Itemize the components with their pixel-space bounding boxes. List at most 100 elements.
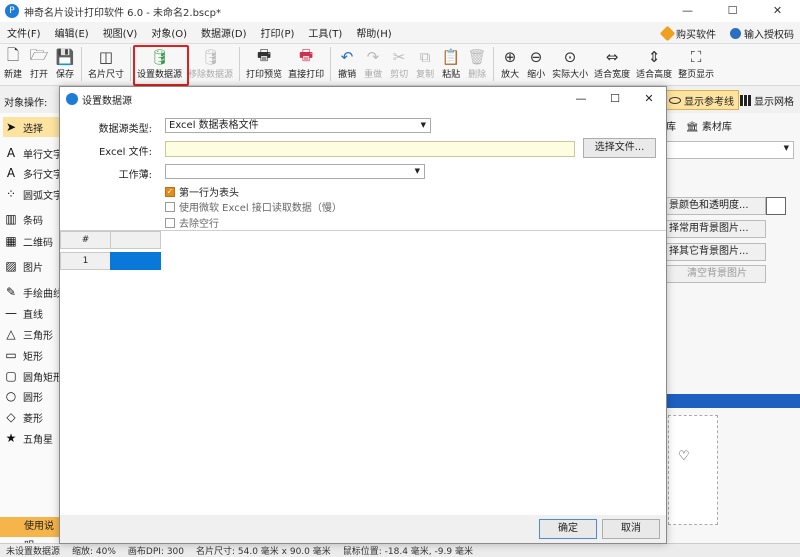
common-bg-button[interactable]: 择常用背景图片... [666,220,766,238]
copy-button[interactable]: ⧉ 复制 [412,47,438,80]
arc-text-icon: ⁘ [5,187,17,201]
menu-help[interactable]: 帮助(H) [349,25,398,40]
tool-single-line-text[interactable]: A 单行文字 [3,143,59,163]
grid-header-column[interactable] [110,231,161,249]
tool-qrcode[interactable]: ▦ 二维码 [3,231,53,251]
tool-rounded-rectangle[interactable]: ▢ 圆角矩形 [3,366,59,386]
excel-file-input[interactable] [165,141,575,157]
tool-rectangle[interactable]: ▭ 矩形 [3,345,43,365]
menu-tools[interactable]: 工具(T) [301,25,349,40]
direct-print-button[interactable]: 🖶 直接打印 [285,45,327,81]
tools-panel: ➤ 选择 A 单行文字 A 多行文字 ⁘ 圆弧文字 ▥ 条码 ▦ 二维码 ▨ 图片 ✎ 手绘曲线… [0,113,60,543]
toolbar-divider [81,47,82,81]
show-grid-toggle[interactable]: 显示网格 [740,90,794,110]
zoom-out-button[interactable]: ⊖ 缩小 [523,47,549,80]
tool-image[interactable]: ▨ 图片 [3,256,43,276]
new-file-icon: 🗋 [6,45,20,64]
sheet-select[interactable]: ▼ [165,164,425,179]
card-size-button[interactable]: ◫ 名片尺寸 [85,47,127,80]
tool-star[interactable]: ★ 五角星 [3,428,53,448]
instructions-button[interactable]: 使用说明 [0,517,59,543]
zoom-in-button[interactable]: ⊕ 放大 [497,47,523,80]
close-button[interactable]: ✕ [755,0,800,22]
tool-circle[interactable]: ○ 圆形 [3,386,43,406]
sheet-label: 工作薄: [118,170,152,181]
paste-button[interactable]: 📋 粘贴 [438,47,464,80]
first-row-header-checkbox[interactable]: ✓ 第一行为表头 [165,184,239,199]
use-ms-excel-checkbox[interactable]: 使用微软 Excel 接口读取数据（慢） [165,199,342,214]
bg-color-swatch[interactable] [766,197,786,215]
tool-line[interactable]: — 直线 [3,303,43,323]
license-link[interactable]: 输入授权码 [730,26,794,41]
image-icon: ▨ [5,259,17,273]
print-icon: 🖶 [298,45,314,64]
cancel-button[interactable]: 取消 [602,519,660,539]
tool-select[interactable]: ➤ 选择 [3,117,59,137]
open-button[interactable]: 🗁 打开 [26,46,52,81]
tab-material-library[interactable]: 🏛 素材库 [686,118,732,133]
object-ops-label: 对象操作: [4,98,48,109]
tool-arc-text[interactable]: ⁘ 圆弧文字 [3,184,59,204]
app-logo-icon: P [5,4,19,18]
barcode-icon: ▥ [5,212,17,226]
actual-size-icon: ⊙ [563,48,577,66]
tool-freehand[interactable]: ✎ 手绘曲线 [3,282,59,302]
tool-triangle[interactable]: △ 三角形 [3,324,53,344]
tool-diamond[interactable]: ◇ 菱形 [3,407,43,427]
menu-datasource[interactable]: 数据源(D) [194,25,254,40]
toolbar-divider [493,47,495,81]
new-button[interactable]: 🗋 新建 [0,45,26,81]
chevron-down-icon: ▼ [420,121,426,129]
delete-icon: 🗑 [467,48,487,66]
print-preview-icon: 🖶 [256,45,272,64]
select-file-button[interactable]: 选择文件... [583,138,656,158]
full-page-button[interactable]: ⛶ 整页显示 [675,47,717,80]
other-bg-button[interactable]: 择其它背景图片... [666,243,766,261]
grid-selected-cell[interactable] [110,252,161,270]
menu-edit[interactable]: 编辑(E) [48,25,96,40]
line-icon: — [5,306,17,320]
dialog-close-button[interactable]: ✕ [632,87,666,111]
zoom-in-icon: ⊕ [503,48,517,66]
rectangle-icon: ▭ [5,348,17,362]
bg-color-button[interactable]: 景颜色和透明度... [666,197,766,215]
cut-button[interactable]: ✂ 剪切 [386,47,412,80]
save-button[interactable]: 💾 保存 [52,47,78,80]
remove-empty-rows-checkbox[interactable]: 去除空行 [165,215,219,230]
fit-height-icon: ⇕ [647,48,661,66]
status-dpi: 画布DPI: 300 [127,547,185,557]
minimize-button[interactable]: — [665,0,710,22]
maximize-button[interactable]: ☐ [710,0,755,22]
menu-file[interactable]: 文件(F) [0,25,48,40]
ok-button[interactable]: 确定 [539,519,597,539]
data-preview-grid[interactable]: # 1 [60,230,666,515]
print-preview-button[interactable]: 🖶 打印预览 [243,45,285,81]
dialog-maximize-button[interactable]: ☐ [598,87,632,111]
actual-size-button[interactable]: ⊙ 实际大小 [549,47,591,80]
card-canvas[interactable] [668,415,718,525]
fit-width-button[interactable]: ⇔ 适合宽度 [591,47,633,80]
checkmark-icon: ✓ [165,186,175,197]
delete-button[interactable]: 🗑 删除 [464,47,490,80]
tool-barcode[interactable]: ▥ 条码 [3,209,43,229]
menu-print[interactable]: 打印(P) [254,25,302,40]
buy-software-link[interactable]: 购买软件 [659,25,716,41]
full-page-icon: ⛶ [690,48,702,66]
source-type-select[interactable]: Excel 数据表格文件 ▼ [165,118,431,133]
undo-button[interactable]: ↶ 撤销 [334,47,360,80]
tool-multi-line-text[interactable]: A 多行文字 [3,163,59,183]
show-ref-lines-toggle[interactable]: 显示参考线 [664,90,739,110]
menu-view[interactable]: 视图(V) [96,25,145,40]
tab-library[interactable]: 库 [666,118,676,133]
status-card-size: 名片尺寸: 54.0 毫米 x 90.0 毫米 [196,547,331,557]
menu-object[interactable]: 对象(O) [144,25,194,40]
status-zoom: 缩放: 40% [72,547,116,557]
library-select[interactable]: ▼ [666,141,794,159]
clear-bg-button[interactable]: 清空背景图片 [666,265,766,283]
fit-height-button[interactable]: ⇕ 适合高度 [633,47,675,80]
remove-datasource-button[interactable]: 🛢 移除数据源 [185,47,236,80]
card-size-icon: ◫ [98,48,114,66]
library-icon: 🏛 [686,122,699,133]
dialog-minimize-button[interactable]: — [564,87,598,111]
redo-button[interactable]: ↷ 重做 [360,47,386,80]
